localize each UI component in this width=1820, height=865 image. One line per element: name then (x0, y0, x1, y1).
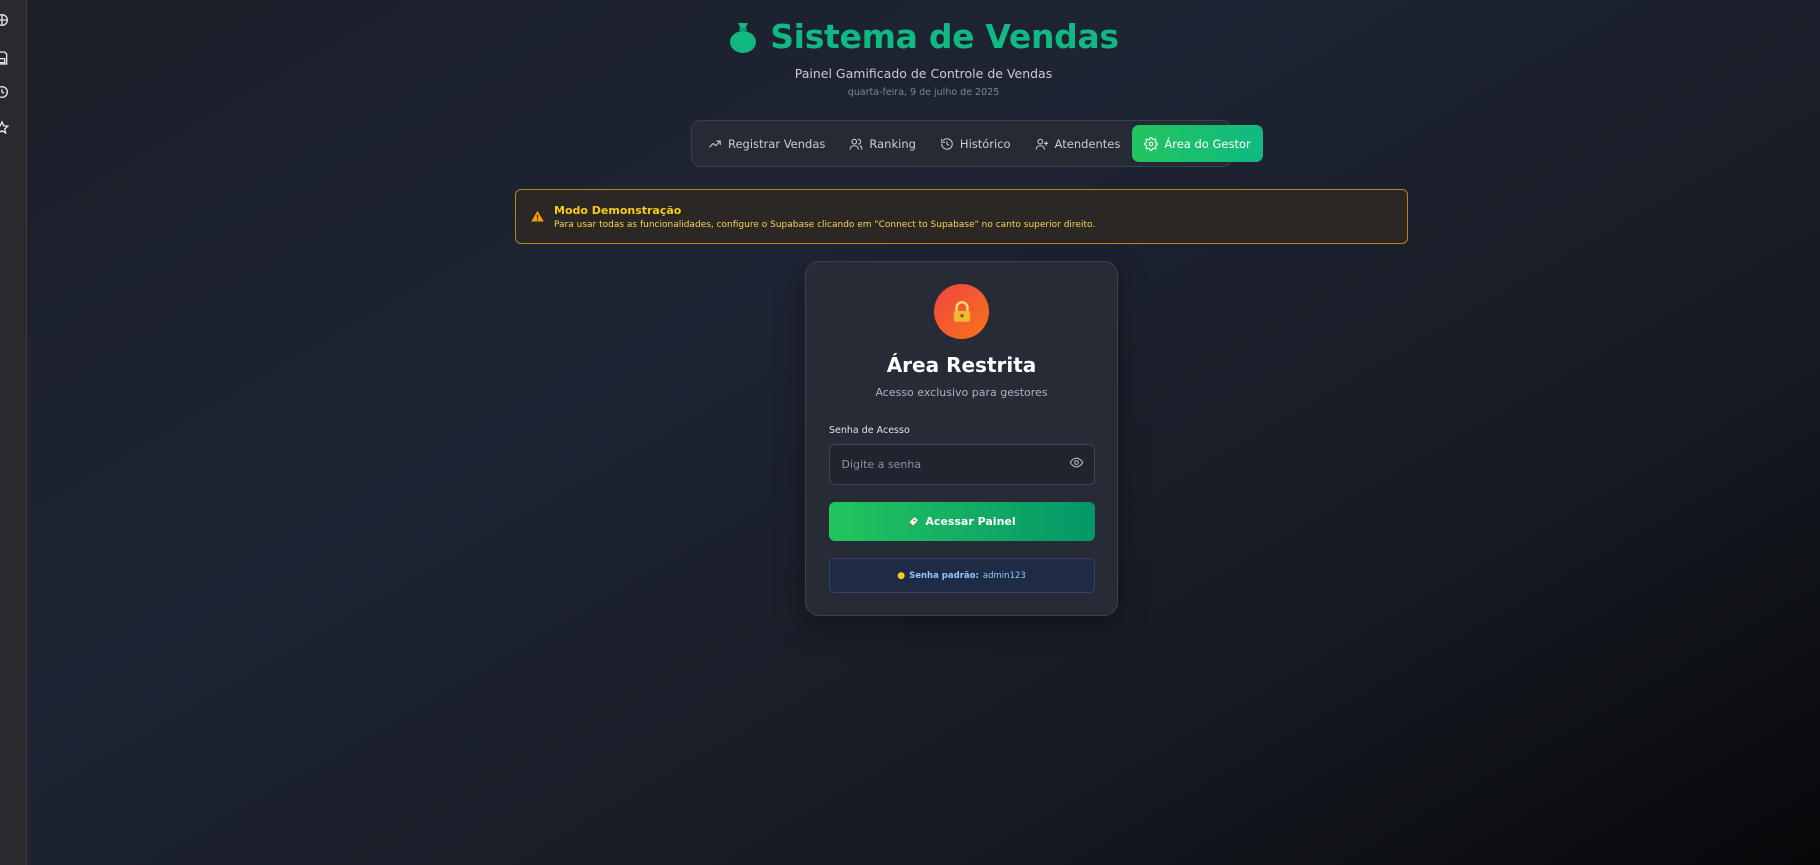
users-icon (850, 138, 863, 150)
warning-icon (531, 210, 544, 222)
access-panel-button[interactable]: Acessar Painel (828, 502, 1095, 541)
access-panel-label: Acessar Painel (925, 515, 1016, 528)
tab-area-do-gestor[interactable]: Área do Gestor (1132, 125, 1263, 162)
title-row: Sistema de Vendas (728, 14, 1119, 58)
login-subtitle: Acesso exclusivo para gestores (875, 386, 1048, 399)
app-header: Sistema de Vendas Painel Gamificado de C… (27, 14, 1820, 98)
rocket-icon (908, 517, 918, 527)
tab-historico[interactable]: Histórico (928, 125, 1023, 162)
lock-badge (934, 284, 989, 339)
tab-registrar-vendas[interactable]: Registrar Vendas (696, 125, 837, 162)
password-label: Senha de Acesso (829, 425, 910, 436)
tab-ranking[interactable]: Ranking (837, 125, 928, 162)
tab-label: Atendentes (1054, 136, 1121, 151)
password-input[interactable] (841, 458, 1069, 471)
alert-content: Modo Demonstração Para usar todas as fun… (554, 204, 1095, 230)
tab-label: Ranking (869, 136, 916, 151)
login-card: Área Restrita Acesso exclusivo para gest… (805, 261, 1118, 616)
app-title: Sistema de Vendas (770, 16, 1119, 56)
history-icon (941, 137, 953, 150)
default-password-hint: ● Senha padrão: admin123 (828, 558, 1095, 593)
demo-mode-alert: Modo Demonstração Para usar todas as fun… (515, 189, 1408, 244)
left-sidebar-strip (0, 0, 27, 865)
tab-label: Histórico (959, 136, 1011, 151)
star-icon[interactable] (0, 120, 10, 136)
history-icon[interactable] (0, 84, 10, 100)
lock-icon (953, 300, 970, 322)
tab-label: Área do Gestor (1164, 136, 1251, 151)
current-date: quarta-feira, 9 de julho de 2025 (847, 87, 1000, 98)
hint-label: Senha padrão: (909, 570, 979, 581)
hint-value: admin123 (982, 570, 1026, 581)
money-bag-icon (730, 23, 757, 53)
alert-text: Para usar todas as funcionalidades, conf… (554, 219, 1096, 230)
eye-icon[interactable] (1069, 455, 1084, 474)
gear-icon (1144, 136, 1159, 151)
main-nav: Registrar Vendas Ranking Histórico Atend… (691, 120, 1263, 167)
user-plus-icon (1035, 138, 1048, 150)
password-field-wrapper (828, 444, 1095, 485)
login-title: Área Restrita (886, 353, 1037, 377)
openai-icon[interactable] (0, 12, 10, 28)
tab-label: Registrar Vendas (728, 136, 826, 151)
app-subtitle: Painel Gamificado de Controle de Vendas (794, 66, 1053, 81)
save-icon[interactable] (0, 50, 10, 66)
alert-title: Modo Demonstração (554, 203, 682, 217)
lightbulb-icon: ● (897, 570, 906, 581)
tab-atendentes[interactable]: Atendentes (1023, 125, 1133, 162)
trending-up-icon (709, 140, 721, 147)
